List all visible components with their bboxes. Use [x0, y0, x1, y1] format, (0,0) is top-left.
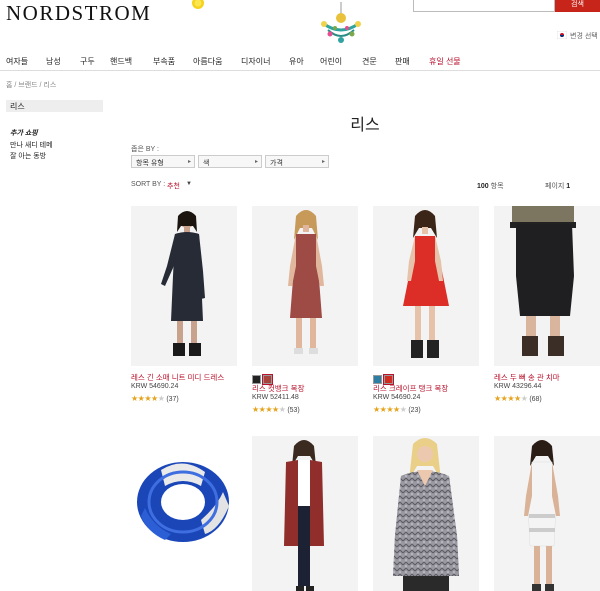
product-name[interactable]: 레스 두 뻐 송 관 치마: [494, 372, 560, 383]
nav-item-accessories[interactable]: 부속품: [153, 56, 175, 67]
nav-item-baby[interactable]: 유아: [289, 56, 304, 67]
color-swatches: [373, 371, 395, 385]
filter-price[interactable]: 가격 ▸: [265, 155, 329, 168]
product-name[interactable]: 레스 긴 소매 니트 미디 드레스: [131, 372, 224, 383]
review-count[interactable]: (53): [287, 407, 299, 414]
header: NORDSTROM 검색 변경 선택: [0, 0, 600, 50]
page-title: 리스: [350, 117, 380, 134]
product-card[interactable]: 리스 크레이프 탱크 복장 KRW 54690.24 ★★★★★ (23): [373, 206, 479, 414]
product-rating: ★★★★★ (68): [494, 394, 542, 403]
sidebar-heading: 추가 쇼핑: [10, 130, 38, 137]
sort-label: SORT BY :: [131, 181, 166, 188]
item-count: 100 항목: [477, 181, 504, 191]
chevron-right-icon: ▸: [187, 159, 191, 165]
product-price: KRW 54690.24: [131, 383, 179, 390]
model-knit-sweater-image: [393, 438, 459, 591]
page-number[interactable]: 1: [566, 183, 570, 190]
nav-item-beauty[interactable]: 아름다움: [193, 56, 222, 67]
chevron-right-icon: ▸: [254, 159, 258, 165]
nav-item-sale[interactable]: 판매: [395, 56, 410, 67]
nav-item-shoes[interactable]: 구두: [80, 56, 95, 67]
nav-item-women[interactable]: 여자들: [6, 56, 28, 67]
model-red-cardigan-image: [284, 440, 324, 591]
product-rating: ★★★★★ (23): [373, 405, 421, 414]
caret-down-icon[interactable]: ▼: [186, 181, 192, 187]
model-white-dress-image: [524, 440, 560, 591]
filter-item-type[interactable]: 항목 유형 ▸: [131, 155, 195, 168]
sidebar-link[interactable]: 잘 아는 동방: [10, 151, 46, 161]
product-rating: ★★★★★ (53): [252, 405, 300, 414]
star-rating-icon: ★★★★★: [373, 405, 407, 414]
sidebar-item-current-brand[interactable]: 리스: [6, 100, 103, 112]
model-red-crepe-dress-image: [403, 210, 449, 358]
product-image[interactable]: [252, 436, 358, 591]
review-count[interactable]: (68): [529, 396, 541, 403]
product-price: KRW 43296.44: [494, 383, 542, 390]
filter-price-label: 가격: [270, 160, 283, 167]
product-image[interactable]: [131, 436, 237, 591]
product-card[interactable]: [252, 436, 358, 591]
product-card[interactable]: [494, 436, 600, 591]
filter-item-type-label: 항목 유형: [136, 160, 164, 167]
product-image[interactable]: [131, 206, 237, 366]
product-name[interactable]: 리스 컷뱅크 복장: [252, 383, 304, 394]
product-card[interactable]: [131, 436, 237, 591]
model-black-dress-image: [161, 211, 205, 356]
sidebar-link[interactable]: 만나 새디 테메: [10, 140, 53, 150]
sun-icon: [192, 0, 204, 9]
star-rating-icon: ★★★★★: [131, 394, 165, 403]
search-input[interactable]: [413, 0, 555, 12]
search-button[interactable]: 검색: [555, 0, 600, 12]
filter-color[interactable]: 색 ▸: [198, 155, 262, 168]
product-image[interactable]: [252, 206, 358, 366]
sort-dropdown[interactable]: 추천: [167, 181, 180, 191]
filter-label: 좁은 BY :: [131, 146, 159, 153]
product-card[interactable]: 레스 두 뻐 송 관 치마 KRW 43296.44 ★★★★★ (68): [494, 206, 600, 403]
nav-item-more[interactable]: 견문: [362, 56, 377, 67]
review-count[interactable]: (37): [166, 396, 178, 403]
nordstrom-logo[interactable]: NORDSTROM: [6, 1, 151, 26]
product-image[interactable]: [373, 206, 479, 366]
product-card[interactable]: 레스 긴 소매 니트 미디 드레스 KRW 54690.24 ★★★★★ (37…: [131, 206, 237, 403]
item-count-number: 100: [477, 183, 489, 190]
nav-item-holiday-gifts[interactable]: 휴일 선물: [429, 56, 461, 67]
nav-item-kids[interactable]: 어린이: [320, 56, 342, 67]
blue-scarf-image: [137, 462, 229, 542]
review-count[interactable]: (23): [408, 407, 420, 414]
nav-item-men[interactable]: 남성: [46, 56, 61, 67]
main-nav: 여자들 남성 구두 핸드백 부속품 아름다움 디자이너 유아 어린이 견문 판매…: [0, 55, 600, 71]
model-black-skirt-image: [510, 206, 576, 356]
product-name[interactable]: 리스 크레이프 탱크 복장: [373, 383, 448, 394]
page-label: 페이지: [545, 183, 565, 190]
color-swatches: [252, 371, 274, 385]
change-region-link[interactable]: 변경 선택: [570, 31, 598, 41]
product-image[interactable]: [373, 436, 479, 591]
filter-color-label: 색: [203, 160, 210, 167]
holiday-chandelier-icon: [321, 2, 361, 43]
product-price: KRW 52411.48: [252, 394, 299, 401]
product-image[interactable]: [494, 206, 600, 366]
nav-item-designers[interactable]: 디자이너: [241, 56, 270, 67]
product-card[interactable]: [373, 436, 479, 591]
star-rating-icon: ★★★★★: [252, 405, 286, 414]
model-red-tank-dress-image: [288, 210, 324, 354]
product-card[interactable]: 리스 컷뱅크 복장 KRW 52411.48 ★★★★★ (53): [252, 206, 358, 414]
product-image[interactable]: [494, 436, 600, 591]
page-indicator: 페이지 1: [545, 181, 570, 191]
chevron-right-icon: ▸: [321, 159, 325, 165]
nav-item-handbags[interactable]: 핸드백: [110, 56, 132, 67]
product-price: KRW 54690.24: [373, 394, 421, 401]
star-rating-icon: ★★★★★: [494, 394, 528, 403]
item-count-unit: 항목: [490, 183, 504, 190]
korea-flag-icon: [557, 31, 567, 39]
product-rating: ★★★★★ (37): [131, 394, 179, 403]
breadcrumb[interactable]: 홈 / 브랜드 / 리스: [6, 80, 56, 90]
